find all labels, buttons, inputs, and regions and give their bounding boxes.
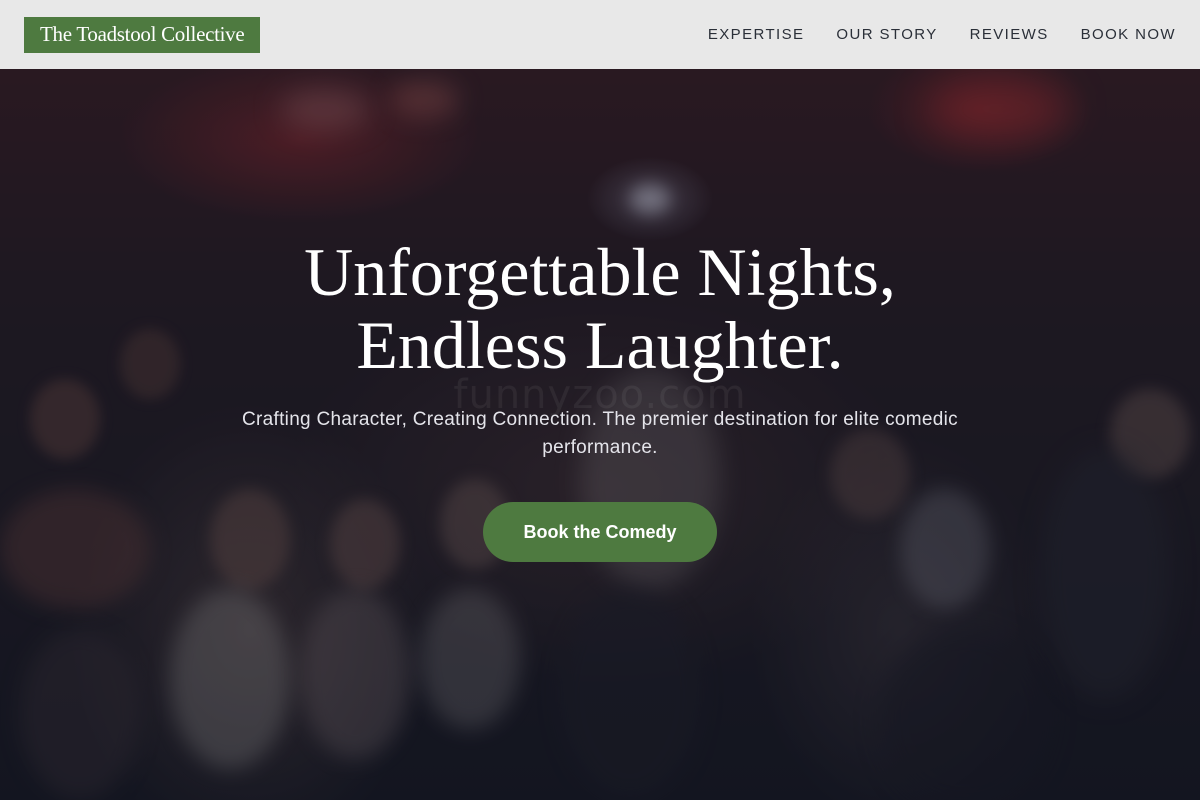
hero-subtitle: Crafting Character, Creating Connection.… bbox=[242, 409, 958, 458]
book-the-comedy-button[interactable]: Book the Comedy bbox=[483, 502, 717, 562]
page: The Toadstool Collective EXPERTISE OUR S… bbox=[0, 0, 1200, 800]
main-nav: EXPERTISE OUR STORY REVIEWS BOOK NOW bbox=[708, 26, 1176, 43]
nav-link-book-now[interactable]: BOOK NOW bbox=[1081, 26, 1176, 43]
hero-title-line-1: Unforgettable Nights, bbox=[304, 234, 896, 310]
nav-link-expertise[interactable]: EXPERTISE bbox=[708, 26, 805, 43]
nav-link-reviews[interactable]: REVIEWS bbox=[970, 26, 1049, 43]
hero-title-line-2: Endless Laughter. bbox=[356, 307, 844, 383]
site-header: The Toadstool Collective EXPERTISE OUR S… bbox=[0, 0, 1200, 69]
hero-content: funnyzoo.com Unforgettable Nights, Endle… bbox=[0, 0, 1200, 800]
nav-link-our-story[interactable]: OUR STORY bbox=[836, 26, 937, 43]
hero-title: Unforgettable Nights, Endless Laughter. bbox=[100, 236, 1100, 382]
site-logo[interactable]: The Toadstool Collective bbox=[24, 16, 261, 53]
